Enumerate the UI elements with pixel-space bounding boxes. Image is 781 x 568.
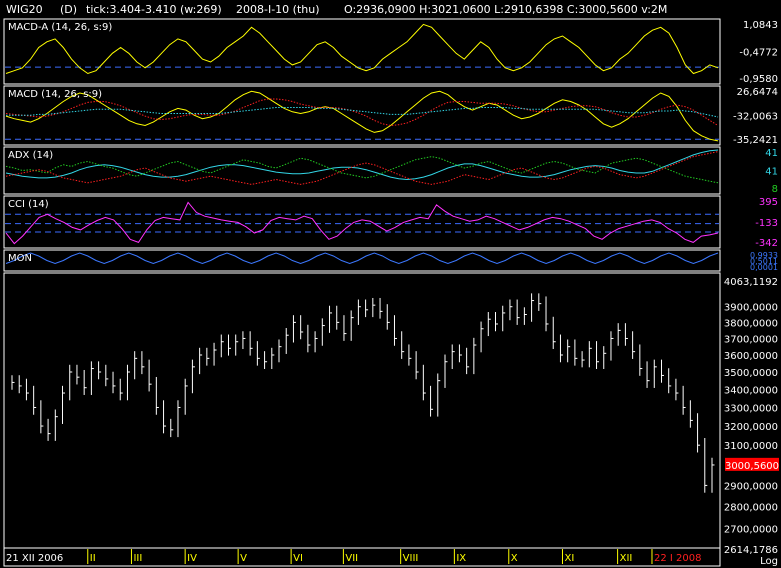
y-tick-label: 3100,0000 xyxy=(724,441,778,452)
y-tick-label: 3600,0000 xyxy=(724,351,778,362)
last-price-label: 3000,5600 xyxy=(725,461,779,472)
panel-label: ADX (14) xyxy=(8,150,53,161)
y-tick-label: 2700,0000 xyxy=(724,525,778,536)
x-tick-label: XI xyxy=(564,553,574,564)
y-tick-label: 2900,0000 xyxy=(724,481,778,492)
y-tick-label: 3700,0000 xyxy=(724,334,778,345)
header-tick: tick:3.404-3.410 (w:269) xyxy=(86,3,222,16)
y-tick-label: 41 xyxy=(765,148,778,159)
y-tick-label: 3800,0000 xyxy=(724,318,778,329)
panel-label: MON xyxy=(8,253,32,264)
header-interval: (D) xyxy=(60,3,77,16)
x-tick-label: 21 XII 2006 xyxy=(6,553,63,564)
y-tick-label: 3200,0000 xyxy=(724,422,778,433)
header-ohlc: O:2936,0900 H:3021,0600 L:2910,6398 C:30… xyxy=(344,3,667,16)
header-symbol: WIG20 xyxy=(6,3,43,16)
y-tick-label: -342 xyxy=(755,238,778,249)
y-bottom-label: 2614,1786 xyxy=(724,545,778,556)
y-tick-label: 3300,0000 xyxy=(724,403,778,414)
x-tick-label: IX xyxy=(456,553,466,564)
y-tick-label: 3900,0000 xyxy=(724,303,778,314)
axis-scale-label: Log xyxy=(760,556,778,567)
panel-label: MACD (14, 26, s:9) xyxy=(8,89,102,100)
y-tick-label: -0,4772 xyxy=(739,48,778,59)
header-date: 2008-I-10 (thu) xyxy=(236,3,320,16)
y-tick-label: -133 xyxy=(755,218,778,229)
x-tick-label: VI xyxy=(293,553,303,564)
x-tick-label: II xyxy=(90,553,96,564)
y-tick-label: 1,0843 xyxy=(743,20,778,31)
x-tick-label: IV xyxy=(187,553,197,564)
x-tick-label: X xyxy=(511,553,518,564)
x-tick-label: VIII xyxy=(403,553,419,564)
y-tick-label: 2800,0000 xyxy=(724,503,778,514)
x-tick-label: VII xyxy=(345,553,358,564)
y-tick-label: 395 xyxy=(759,197,778,208)
y-tick-label: 8 xyxy=(772,184,778,195)
y-tick-label: -0,9580 xyxy=(739,74,778,85)
x-tick-label: III xyxy=(133,553,142,564)
chart-window: WIG20 (D) tick:3.404-3.410 (w:269) 2008-… xyxy=(0,0,781,568)
y-tick-label: 3400,0000 xyxy=(724,385,778,396)
y-tick-label: 41 xyxy=(765,167,778,178)
y-tick-label: -35,2421 xyxy=(733,135,778,146)
y-tick-label: 0,0001 xyxy=(750,263,778,272)
panel-label: MACD-A (14, 26, s:9) xyxy=(8,22,112,33)
y-tick-label: -32,0063 xyxy=(733,112,778,123)
x-tick-label: XII xyxy=(620,553,633,564)
y-tick-label: 3500,0000 xyxy=(724,368,778,379)
background xyxy=(0,0,781,568)
panel-label: CCI (14) xyxy=(8,199,49,210)
x-tick-label: 22 I 2008 xyxy=(654,553,701,564)
x-tick-label: V xyxy=(240,553,247,564)
y-top-label: 4063,1192 xyxy=(724,277,778,288)
y-tick-label: 26,6474 xyxy=(737,87,778,98)
